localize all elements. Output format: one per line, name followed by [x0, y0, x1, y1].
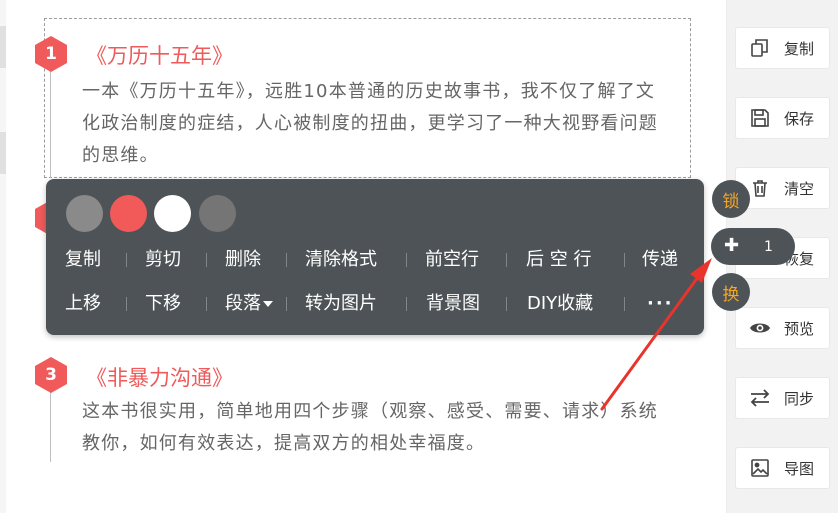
- toolbar-separator: [286, 253, 287, 267]
- toolbar-separator: [286, 297, 287, 311]
- toolbar-separator: [206, 253, 207, 267]
- eye-icon: [736, 320, 784, 336]
- left-strip-marker: [0, 26, 6, 68]
- toolbar-separator: [126, 253, 127, 267]
- sidebar-label: 导图: [784, 459, 815, 478]
- save-icon: [736, 108, 784, 128]
- plus-icon: ✚: [724, 235, 740, 256]
- clear-format-button[interactable]: 清除格式: [305, 246, 377, 274]
- convert-to-image-button[interactable]: 转为图片: [305, 290, 377, 318]
- sync-icon: [736, 389, 784, 407]
- toolbar-separator: [406, 253, 407, 267]
- sidebar-label: 同步: [784, 389, 815, 408]
- transfer-button[interactable]: 传递: [642, 246, 678, 274]
- swap-button[interactable]: 换: [712, 273, 750, 311]
- sidebar-export-image-button[interactable]: 导图: [735, 447, 830, 489]
- delete-button[interactable]: 删除: [225, 246, 261, 274]
- image-icon: [736, 458, 784, 478]
- paragraph-dropdown-label: 段落: [225, 293, 261, 314]
- toolbar-separator: [506, 253, 507, 267]
- left-strip-marker: [0, 132, 6, 174]
- copy-button[interactable]: 复制: [65, 246, 101, 274]
- background-image-button[interactable]: 背景图: [426, 290, 480, 318]
- more-button[interactable]: ···: [647, 290, 674, 318]
- color-swatch-red[interactable]: [110, 195, 147, 232]
- move-down-button[interactable]: 下移: [145, 290, 181, 318]
- toolbar-separator: [624, 297, 625, 311]
- caret-down-icon: [263, 301, 273, 307]
- sidebar-sync-button[interactable]: 同步: [735, 377, 830, 419]
- item-body[interactable]: 一本《万历十五年》，远胜10本普通的历史故事书，我不仅了解了文化政治制度的症结，…: [82, 76, 672, 172]
- cut-button[interactable]: 剪切: [145, 246, 181, 274]
- left-strip: [0, 0, 6, 513]
- toolbar-separator: [624, 253, 625, 267]
- sidebar-label: 预览: [784, 319, 815, 338]
- item-title[interactable]: 《非暴力沟通》: [86, 362, 233, 392]
- count-value: 1: [764, 239, 773, 255]
- move-up-button[interactable]: 上移: [65, 290, 101, 318]
- sidebar-copy-button[interactable]: 复制: [735, 27, 830, 69]
- timeline-line: [50, 70, 51, 178]
- toolbar-separator: [406, 297, 407, 311]
- color-swatch-dark-gray[interactable]: [199, 195, 236, 232]
- diy-favorite-button[interactable]: DIY收藏: [527, 290, 593, 318]
- blank-line-before-button[interactable]: 前空行: [425, 246, 479, 274]
- sidebar-label: 清空: [784, 179, 815, 198]
- sidebar-save-button[interactable]: 保存: [735, 97, 830, 139]
- item-body[interactable]: 这本书很实用，简单地用四个步骤（观察、感受、需要、请求）系统教你，如何有效表达，…: [82, 396, 672, 460]
- color-swatch-white[interactable]: [154, 195, 191, 232]
- color-swatch-gray[interactable]: [66, 195, 103, 232]
- sidebar-preview-button[interactable]: 预览: [735, 307, 830, 349]
- item-title[interactable]: 《万历十五年》: [86, 40, 233, 70]
- toolbar-separator: [126, 297, 127, 311]
- toolbar-separator: [506, 297, 507, 311]
- item-number-badge: 3: [35, 357, 67, 393]
- sidebar-label: 复制: [784, 39, 815, 58]
- copy-icon: [736, 38, 784, 58]
- timeline-line: [50, 392, 51, 462]
- toolbar-separator: [206, 297, 207, 311]
- blank-line-after-button[interactable]: 后 空 行: [526, 246, 591, 274]
- sidebar-label: 保存: [784, 109, 815, 128]
- add-count-pill[interactable]: ✚ 1: [711, 228, 795, 265]
- lock-button[interactable]: 锁: [712, 180, 750, 218]
- paragraph-dropdown[interactable]: 段落: [225, 290, 273, 318]
- format-toolbar: 复制 剪切 删除 清除格式 前空行 后 空 行 传递 上移 下移 段落 转为图片…: [46, 179, 704, 335]
